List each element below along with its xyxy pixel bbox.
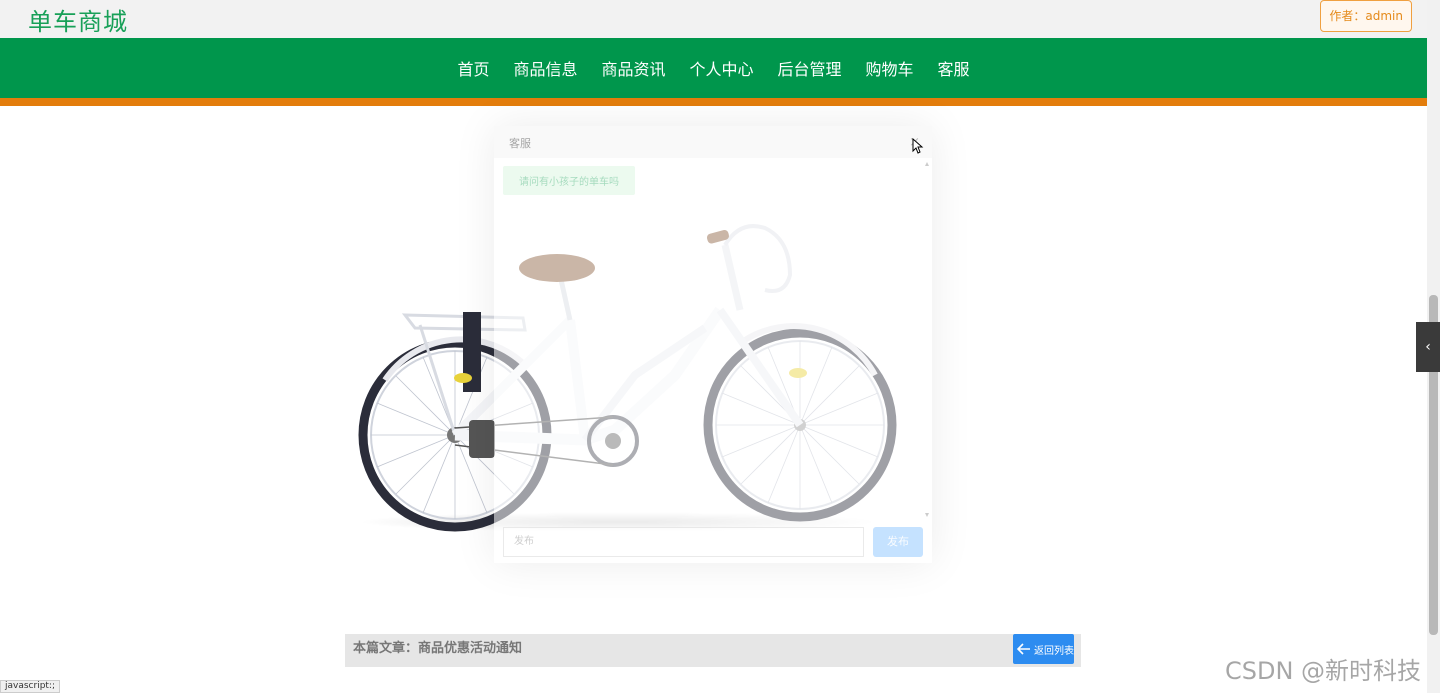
chat-message: 请问有小孩子的单车吗 (503, 166, 635, 195)
nav-accent-bar (0, 98, 1427, 106)
nav-list: 首页 商品信息 商品资讯 个人中心 后台管理 购物车 客服 (0, 38, 1427, 98)
nav-item-home[interactable]: 首页 (457, 56, 489, 80)
back-to-list-button[interactable]: 返回列表 (1013, 634, 1074, 664)
mouse-cursor-icon (912, 138, 924, 154)
dialog-scrollbar[interactable] (925, 162, 929, 517)
site-logo[interactable]: 单车商城 (28, 2, 128, 37)
dialog-header (494, 126, 932, 158)
arrow-left-icon (1017, 643, 1030, 655)
send-button[interactable]: 发布 (873, 527, 923, 557)
nav-item-products[interactable]: 商品信息 (513, 56, 577, 80)
watermark: CSDN @新时科技 (1225, 657, 1422, 685)
chat-input[interactable]: 发布 (503, 527, 864, 557)
article-bar: 本篇文章：商品优惠活动通知 返回列表 (345, 634, 1081, 667)
nav-item-news[interactable]: 商品资讯 (601, 56, 665, 80)
author-badge[interactable]: 作者：admin (1320, 0, 1412, 32)
nav-item-profile[interactable]: 个人中心 (689, 56, 753, 80)
chevron-left-icon: ‹ (1425, 339, 1431, 355)
main-nav: 首页 商品信息 商品资讯 个人中心 后台管理 购物车 客服 (0, 38, 1427, 98)
top-header: 单车商城 作者：admin (0, 0, 1427, 38)
back-button-label: 返回列表 (1034, 645, 1074, 657)
customer-service-dialog: 客服 × 请问有小孩子的单车吗 发布 发布 (494, 126, 932, 563)
nav-item-service[interactable]: 客服 (938, 56, 970, 80)
nav-item-admin[interactable]: 后台管理 (778, 56, 842, 80)
side-panel-toggle[interactable]: ‹ (1416, 322, 1440, 372)
status-url: javascript:; (0, 680, 61, 693)
dialog-title: 客服 (509, 137, 531, 150)
article-title: 本篇文章：商品优惠活动通知 (353, 641, 523, 656)
nav-item-cart[interactable]: 购物车 (866, 56, 914, 80)
